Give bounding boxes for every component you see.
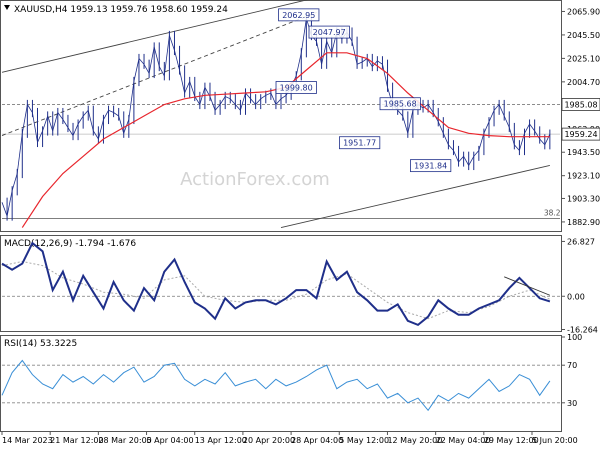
macd-y-tick-label: 26.827 <box>567 237 595 246</box>
price-annotation-label: 1931.84 <box>414 162 447 171</box>
x-tick-label: 22 May 04:00 <box>436 436 491 445</box>
price-y-tick-label: 1903.30 <box>567 194 600 203</box>
price-annotation-label: 1951.77 <box>343 139 376 148</box>
chart-canvas: ActionForex.com XAUUSD,H4 1959.13 1959.7… <box>0 0 600 450</box>
price-y-tick-label: 2065.90 <box>567 7 600 16</box>
rsi-panel <box>0 335 562 432</box>
price-header: XAUUSD,H4 1959.13 1959.76 1958.60 1959.2… <box>14 5 228 15</box>
x-tick-label: 20 Apr 20:00 <box>243 436 295 445</box>
x-tick-label: 12 May 20:00 <box>387 436 442 445</box>
price-annotation-label: 1999.80 <box>280 83 313 92</box>
rsi-y-tick-label: 70 <box>567 361 577 370</box>
macd-header: MACD(12,26,9) -1.794 -1.676 <box>4 239 136 249</box>
x-tick-label: 28 Mar 20:00 <box>98 436 151 445</box>
rsi-y-tick-label: 100 <box>567 333 582 342</box>
x-tick-label: 5 May 12:00 <box>339 436 389 445</box>
macd-panel <box>0 235 562 332</box>
rsi-y-tick-label: 30 <box>567 399 577 408</box>
x-tick-label: 13 Apr 12:00 <box>195 436 247 445</box>
x-tick-label: 21 Mar 12:00 <box>50 436 103 445</box>
price-y-tick-label: 1923.10 <box>567 172 600 181</box>
fib-level-label: 38.2 <box>544 208 561 217</box>
x-tick-label: 5 Apr 04:00 <box>147 436 194 445</box>
price-panel <box>0 0 562 232</box>
price-annotation-label: 2047.97 <box>313 28 346 37</box>
price-y-tick-label: 1882.90 <box>567 218 600 227</box>
price-y-tick-label: 1959.24 <box>564 130 597 139</box>
x-tick-label: 29 May 12:00 <box>484 436 539 445</box>
x-tick-label: 28 Apr 04:00 <box>291 436 343 445</box>
price-y-tick-label: 1943.50 <box>567 148 600 157</box>
price-y-tick-label: 2004.70 <box>567 78 600 87</box>
macd-y-tick-label: 0.00 <box>567 292 585 301</box>
price-annotation-label: 1985.68 <box>384 100 417 109</box>
watermark: ActionForex.com <box>180 169 330 190</box>
price-y-tick-label: 2045.50 <box>567 31 600 40</box>
price-y-tick-label: 2025.10 <box>567 54 600 63</box>
rsi-header: RSI(14) 53.3225 <box>4 339 77 349</box>
x-tick-label: 14 Mar 2023 <box>2 436 53 445</box>
price-annotation-label: 2062.95 <box>282 11 315 20</box>
price-y-tick-label: 1985.08 <box>564 100 597 109</box>
x-tick-label: 5 Jun 20:00 <box>532 436 578 445</box>
